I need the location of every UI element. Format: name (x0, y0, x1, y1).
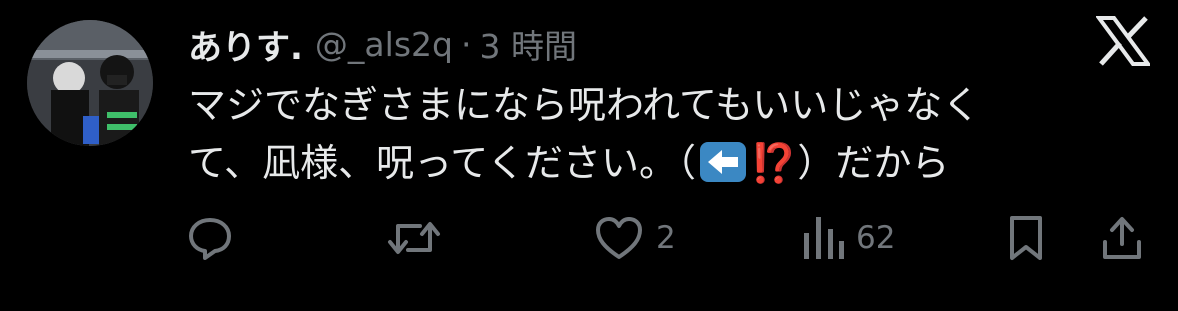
tweet-header: ありす. @_als2q · 3 時間 (188, 18, 577, 70)
heart-icon (594, 215, 644, 261)
tweet-text-segment: て、凪様、呪ってください。（ (188, 141, 697, 185)
avatar[interactable] (27, 20, 153, 146)
interrobang-emoji: ⁉️ (750, 141, 798, 185)
tweet-text-segment: ）だから (797, 141, 950, 185)
views-count: 62 (856, 220, 896, 256)
left-arrow-emoji (698, 140, 748, 184)
bookmark-icon (1006, 214, 1046, 262)
bookmark-button[interactable] (1006, 210, 1046, 266)
user-handle[interactable]: @_als2q (315, 25, 453, 64)
tweet-text: マジでなぎさまになら呪われてもいいじゃなく て、凪様、呪ってください。（ ⁉️）だ… (188, 76, 1088, 192)
x-logo-icon[interactable] (1095, 16, 1152, 66)
separator-dot: · (460, 24, 472, 64)
tweet-text-line-2: て、凪様、呪ってください。（ ⁉️）だから (188, 134, 1088, 192)
action-bar: 2 62 (0, 210, 1178, 266)
like-button[interactable]: 2 (594, 210, 676, 266)
timestamp[interactable]: 3 時間 (479, 20, 577, 68)
tweet-card[interactable]: ありす. @_als2q · 3 時間 マジでなぎさまになら呪われてもいいじゃな… (0, 0, 1178, 311)
share-button[interactable] (1100, 210, 1144, 266)
reply-button[interactable] (186, 210, 234, 266)
reply-icon (186, 214, 234, 262)
tweet-text-line-1: マジでなぎさまになら呪われてもいいじゃなく (188, 83, 981, 127)
display-name[interactable]: ありす. (188, 20, 303, 69)
repost-icon (386, 214, 442, 262)
views-button[interactable]: 62 (802, 210, 895, 266)
like-count: 2 (656, 220, 676, 256)
repost-button[interactable] (386, 210, 442, 266)
views-icon (802, 215, 844, 261)
share-icon (1100, 214, 1144, 262)
